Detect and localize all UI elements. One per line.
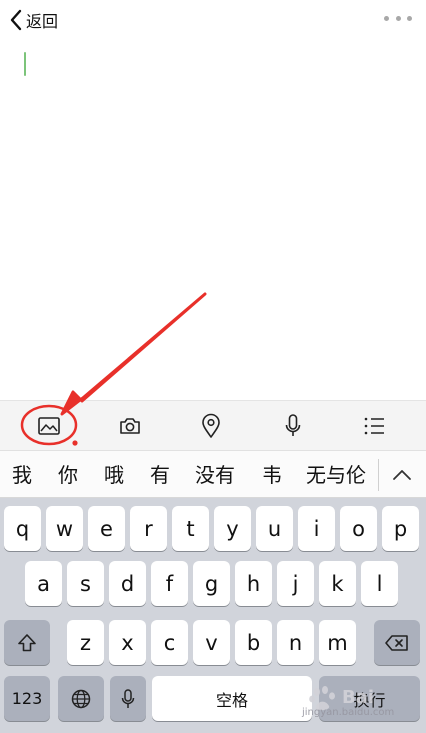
back-button[interactable]: 返回 [8, 6, 58, 34]
key-k[interactable]: k [319, 561, 356, 606]
globe-icon [71, 689, 91, 708]
numbers-key[interactable]: 123 [4, 676, 50, 721]
candidate-item[interactable]: 韦 [262, 451, 282, 499]
candidate-item[interactable]: 有 [150, 451, 170, 499]
candidate-bar: 我 你 哦 有 没有 韦 无与伦 [0, 450, 426, 498]
key-i[interactable]: i [298, 506, 335, 551]
camera-icon [120, 418, 140, 434]
location-button[interactable] [181, 401, 241, 451]
candidate-item[interactable]: 没有 [195, 451, 235, 499]
keyboard: q w e r t y u i o p a s d f g h j k l z … [0, 498, 426, 733]
key-v[interactable]: v [193, 620, 230, 665]
expand-candidates-button[interactable] [380, 451, 424, 499]
key-a[interactable]: a [25, 561, 62, 606]
key-h[interactable]: h [235, 561, 272, 606]
back-label: 返回 [26, 12, 59, 31]
key-l[interactable]: l [361, 561, 398, 606]
more-dot [384, 15, 389, 21]
location-pin-icon [202, 413, 220, 438]
key-s[interactable]: s [67, 561, 104, 606]
shift-key[interactable] [4, 620, 50, 665]
candidate-item[interactable]: 哦 [104, 451, 124, 499]
key-m[interactable]: m [319, 620, 356, 665]
microphone-icon [121, 688, 135, 708]
return-key[interactable]: 换行 [319, 676, 420, 721]
key-x[interactable]: x [109, 620, 146, 665]
candidate-item[interactable]: 无与伦 [306, 451, 366, 499]
chevron-up-icon [393, 470, 411, 480]
image-icon [38, 417, 60, 435]
key-g[interactable]: g [193, 561, 230, 606]
text-caret [24, 52, 26, 76]
microphone-icon [285, 414, 301, 436]
key-o[interactable]: o [340, 506, 377, 551]
key-f[interactable]: f [151, 561, 188, 606]
key-q[interactable]: q [4, 506, 41, 551]
list-button[interactable] [344, 401, 404, 451]
key-n[interactable]: n [277, 620, 314, 665]
key-j[interactable]: j [277, 561, 314, 606]
key-e[interactable]: e [88, 506, 125, 551]
key-p[interactable]: p [382, 506, 419, 551]
chevron-left-icon [10, 9, 22, 31]
key-t[interactable]: t [172, 506, 209, 551]
candidate-item[interactable]: 我 [12, 451, 32, 499]
key-u[interactable]: u [256, 506, 293, 551]
more-dot [407, 15, 412, 21]
candidate-item[interactable]: 你 [58, 451, 78, 499]
key-b[interactable]: b [235, 620, 272, 665]
key-c[interactable]: c [151, 620, 188, 665]
note-editor[interactable] [0, 40, 426, 400]
insert-image-button[interactable] [19, 401, 79, 451]
key-r[interactable]: r [130, 506, 167, 551]
voice-input-button[interactable] [263, 401, 323, 451]
candidate-divider [378, 459, 379, 491]
key-y[interactable]: y [214, 506, 251, 551]
candidate-clip: 无与伦 [300, 451, 378, 499]
more-dot [395, 15, 401, 21]
editor-toolbar [0, 400, 426, 450]
nav-bar: 返回 [0, 0, 426, 40]
key-z[interactable]: z [67, 620, 104, 665]
key-d[interactable]: d [109, 561, 146, 606]
camera-button[interactable] [100, 401, 160, 451]
key-w[interactable]: w [46, 506, 83, 551]
more-button[interactable] [384, 8, 412, 28]
list-icon [364, 417, 384, 435]
shift-icon [18, 633, 36, 651]
delete-key[interactable] [374, 620, 420, 665]
space-key[interactable]: 空格 [152, 676, 312, 721]
globe-key[interactable] [58, 676, 104, 721]
dictation-key[interactable] [110, 676, 146, 721]
delete-icon [385, 634, 408, 651]
